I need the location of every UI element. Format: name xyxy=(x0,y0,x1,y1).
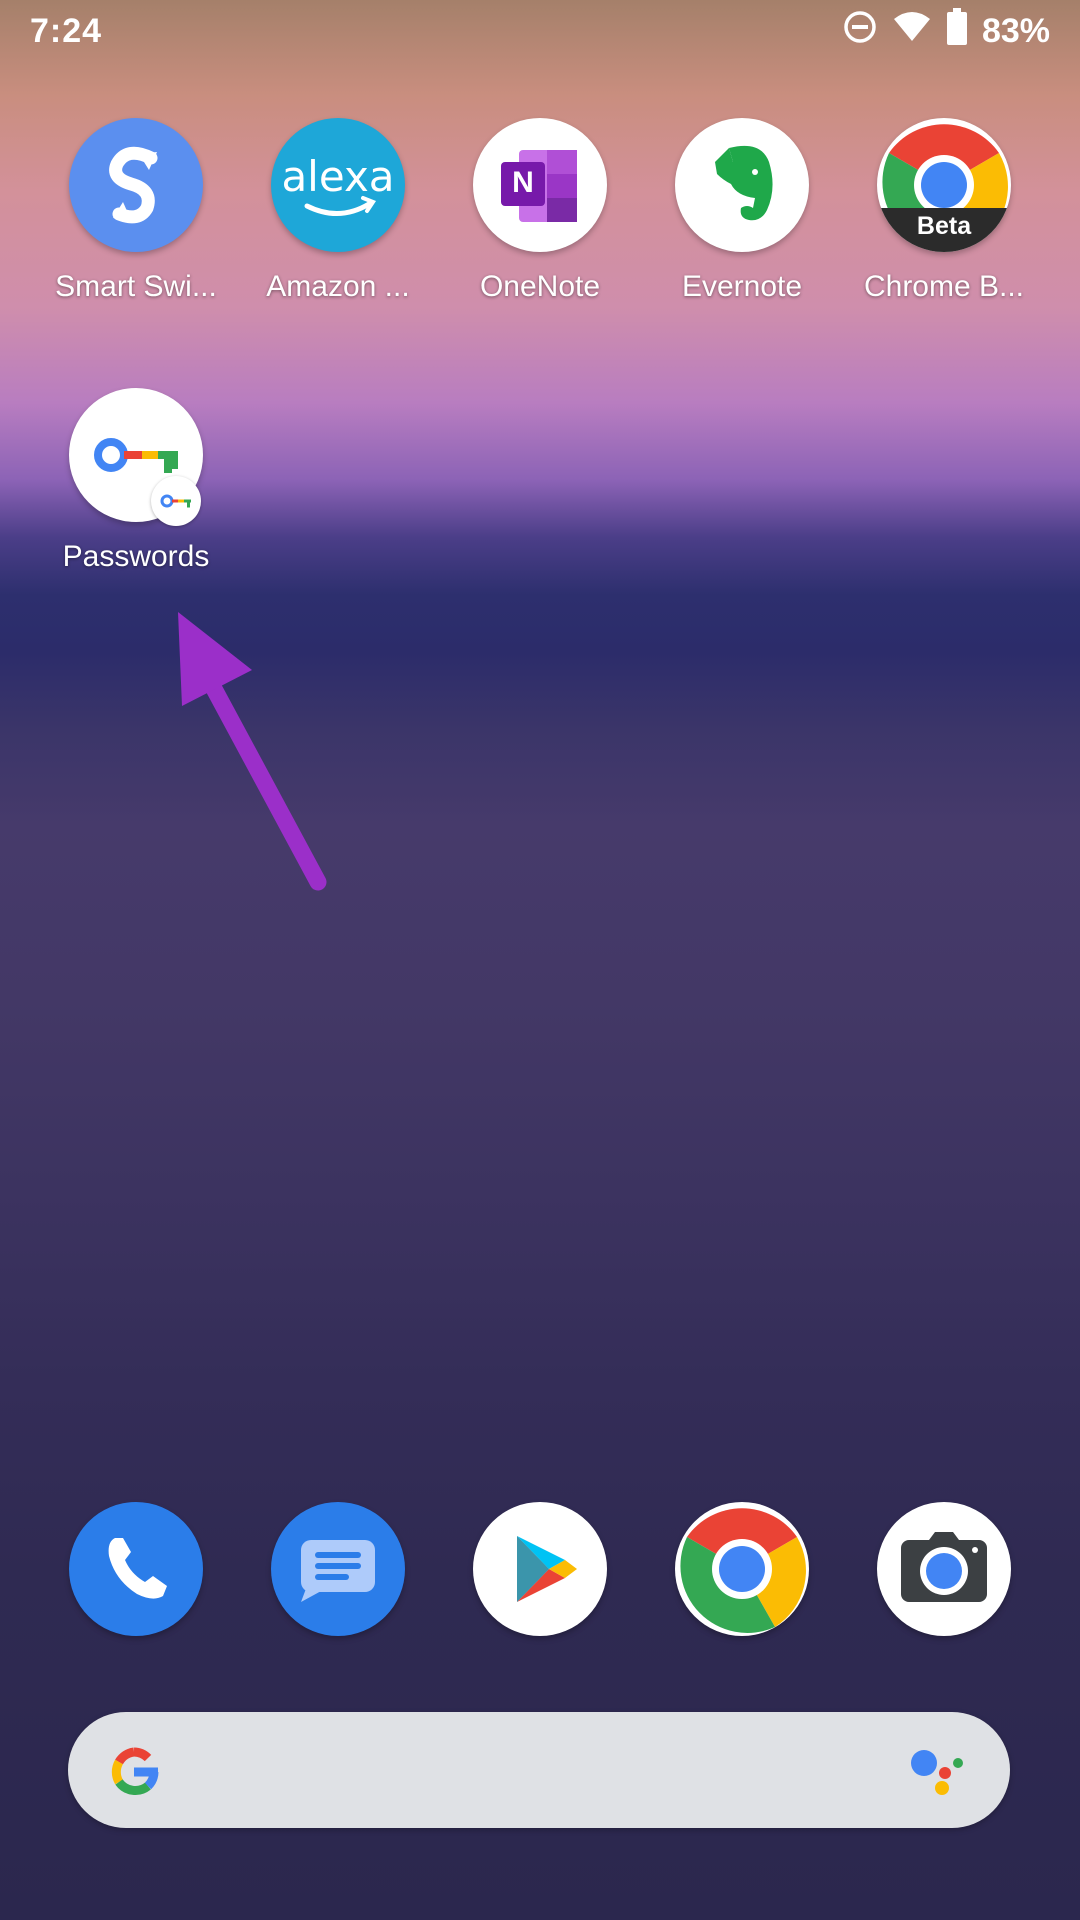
status-time: 7:24 xyxy=(30,12,103,50)
dock xyxy=(0,1502,1080,1642)
wifi-icon xyxy=(892,9,932,54)
app-label: Evernote xyxy=(681,270,803,303)
smart-switch-icon xyxy=(69,118,203,252)
app-label: Amazon ... xyxy=(266,270,410,303)
app-label: Smart Swi... xyxy=(55,270,217,303)
onenote-icon: N xyxy=(473,118,607,252)
assistant-icon[interactable] xyxy=(910,1748,970,1803)
app-evernote[interactable]: Evernote xyxy=(641,118,843,304)
play-store-icon[interactable] xyxy=(473,1502,607,1636)
google-g-icon xyxy=(102,1740,166,1809)
chrome-beta-icon: Beta xyxy=(877,118,1011,252)
phone-icon[interactable] xyxy=(69,1502,203,1636)
app-onenote[interactable]: N OneNote xyxy=(439,118,641,304)
passwords-key-icon xyxy=(69,388,203,526)
app-label: Chrome B... xyxy=(863,270,1025,303)
battery-icon xyxy=(946,8,968,55)
camera-icon[interactable] xyxy=(877,1502,1011,1636)
app-label: OneNote xyxy=(479,270,601,303)
app-smart-switch[interactable]: Smart Swi... xyxy=(35,118,237,304)
evernote-icon xyxy=(675,118,809,252)
alexa-icon: alexa xyxy=(271,118,405,252)
passwords-badge xyxy=(151,476,201,526)
app-chrome-beta[interactable]: Beta Chrome B... xyxy=(843,118,1045,304)
app-amazon-alexa[interactable]: alexa Amazon ... xyxy=(237,118,439,304)
google-search-bar[interactable] xyxy=(68,1712,1010,1828)
chrome-icon[interactable] xyxy=(675,1502,809,1636)
status-icons: 83% xyxy=(842,8,1050,55)
beta-label: Beta xyxy=(916,212,972,240)
app-label: Passwords xyxy=(62,540,210,573)
battery-percent: 83% xyxy=(981,12,1050,50)
messages-icon[interactable] xyxy=(271,1502,405,1636)
do-not-disturb-icon xyxy=(842,9,878,54)
app-passwords[interactable]: Passwords xyxy=(35,388,237,574)
onenote-letter: N xyxy=(512,166,534,199)
status-bar: 7:24 83% xyxy=(0,0,1080,64)
